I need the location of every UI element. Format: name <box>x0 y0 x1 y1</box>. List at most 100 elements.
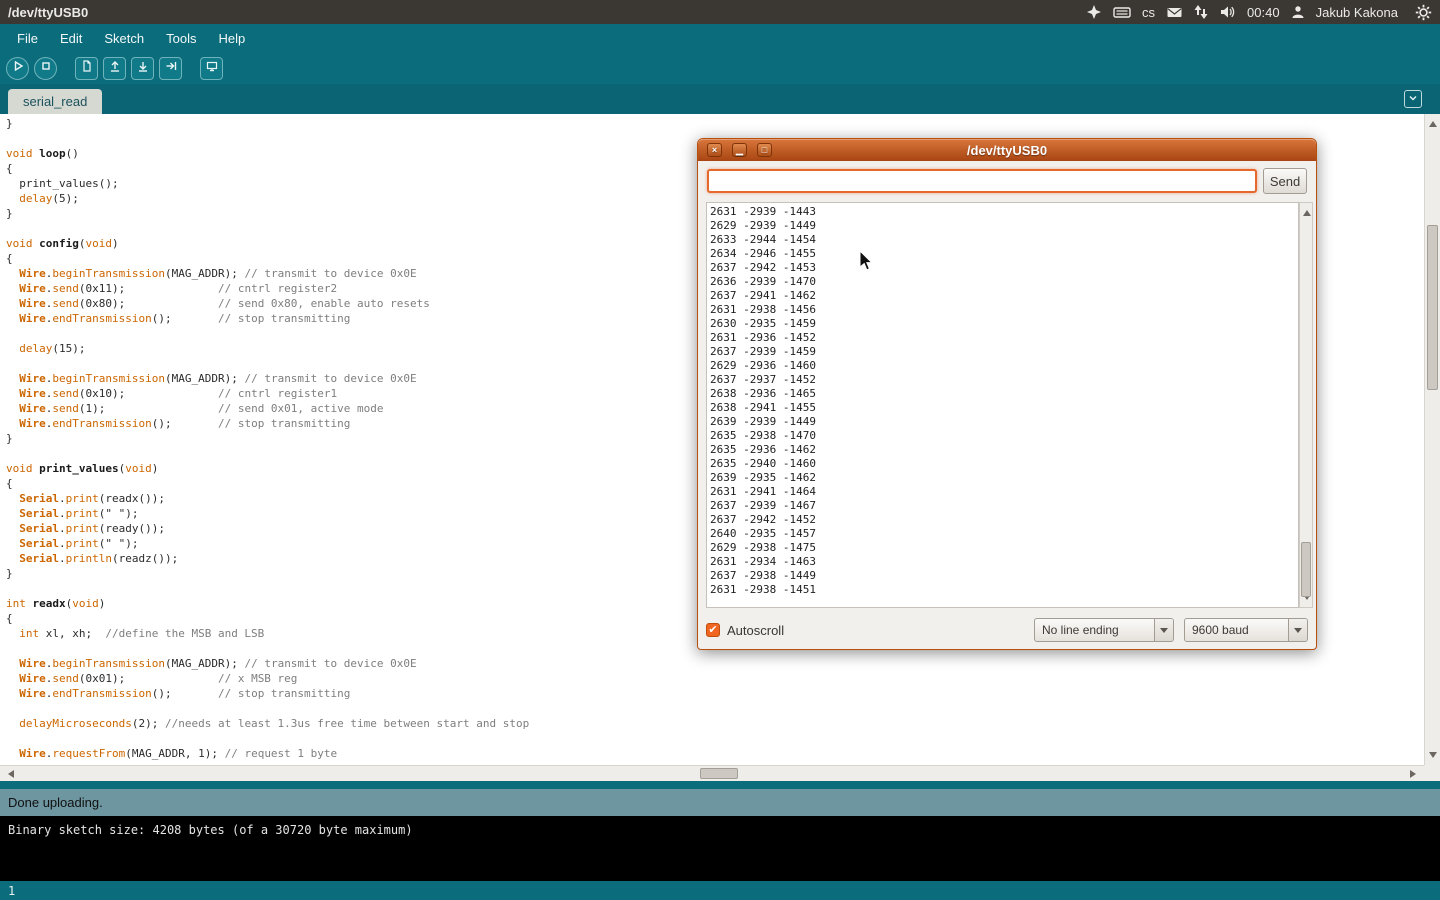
serial-scroll-thumb[interactable] <box>1301 542 1311 597</box>
serial-monitor-button[interactable] <box>200 57 223 80</box>
serial-window-title: /dev/ttyUSB0 <box>967 143 1047 158</box>
check-icon: ✔ <box>708 624 717 636</box>
editor-horizontal-scrollbar[interactable] <box>0 765 1424 781</box>
system-panel: /dev/ttyUSB0 cs 00:40 Jakub Kakona <box>0 0 1440 24</box>
close-icon: × <box>712 145 717 155</box>
code-line: Wire.requestFrom(MAG_ADDR, 1); // reques… <box>6 746 1424 761</box>
serial-line: 2636 -2939 -1470 <box>710 275 1298 289</box>
serial-line: 2637 -2942 -1452 <box>710 513 1298 527</box>
serial-line: 2630 -2935 -1459 <box>710 317 1298 331</box>
serial-output[interactable]: 2631 -2939 -14432629 -2939 -14492633 -29… <box>706 202 1299 608</box>
serial-line: 2637 -2939 -1467 <box>710 499 1298 513</box>
code-line <box>6 701 1424 716</box>
code-line: Wire.beginTransmission(MAG_ADDR); // tra… <box>6 656 1424 671</box>
maximize-button[interactable]: □ <box>757 143 772 157</box>
serial-line: 2635 -2938 -1470 <box>710 429 1298 443</box>
mail-icon[interactable] <box>1166 4 1183 20</box>
save-sketch-button[interactable] <box>131 57 154 80</box>
keyboard-layout-label[interactable]: cs <box>1142 5 1155 20</box>
window-controls: × ▁ □ <box>707 143 772 157</box>
serial-scrollbar[interactable] <box>1299 202 1313 608</box>
baud-rate-value: 9600 baud <box>1185 623 1256 637</box>
desktop: /dev/ttyUSB0 cs 00:40 Jakub Kakona <box>0 0 1440 900</box>
serial-line: 2635 -2940 -1460 <box>710 457 1298 471</box>
menubar: FileEditSketchToolsHelp <box>0 24 1440 52</box>
scroll-left-arrow-icon[interactable] <box>4 770 14 778</box>
serial-line: 2634 -2946 -1455 <box>710 247 1298 261</box>
serial-line: 2637 -2939 -1459 <box>710 345 1298 359</box>
scroll-up-arrow-icon[interactable] <box>1429 117 1437 127</box>
serial-line: 2629 -2938 -1475 <box>710 541 1298 555</box>
serial-monitor-icon <box>206 59 218 77</box>
stop-button[interactable] <box>34 57 57 80</box>
serial-controls: ✔ Autoscroll No line ending 9600 baud <box>698 612 1316 648</box>
serial-line: 2638 -2941 -1455 <box>710 401 1298 415</box>
username-label[interactable]: Jakub Kakona <box>1316 5 1398 20</box>
code-line: } <box>6 116 1424 131</box>
serial-line: 2637 -2937 -1452 <box>710 373 1298 387</box>
dropdown-arrow-icon[interactable] <box>1154 619 1173 641</box>
scroll-right-arrow-icon[interactable] <box>1410 770 1420 778</box>
open-sketch-button[interactable] <box>103 57 126 80</box>
user-icon[interactable] <box>1291 4 1305 20</box>
mouse-cursor <box>859 250 875 277</box>
code-line: Wire.endTransmission(); // stop transmit… <box>6 686 1424 701</box>
menu-item-tools[interactable]: Tools <box>155 26 207 51</box>
autoscroll-checkbox[interactable]: ✔ <box>706 623 720 637</box>
volume-icon[interactable] <box>1219 4 1236 20</box>
vscroll-thumb[interactable] <box>1427 225 1438 390</box>
send-button[interactable]: Send <box>1263 168 1307 194</box>
serial-window-titlebar[interactable]: × ▁ □ /dev/ttyUSB0 <box>698 139 1316 161</box>
serial-line: 2637 -2941 -1462 <box>710 289 1298 303</box>
build-console: Binary sketch size: 4208 bytes (of a 307… <box>0 816 1440 881</box>
serial-line: 2631 -2938 -1456 <box>710 303 1298 317</box>
indicator-icon[interactable] <box>1086 4 1102 20</box>
menu-item-edit[interactable]: Edit <box>49 26 93 51</box>
window-title: /dev/ttyUSB0 <box>8 5 88 20</box>
close-button[interactable]: × <box>707 143 722 157</box>
dropdown-arrow-icon[interactable] <box>1288 619 1307 641</box>
code-line <box>6 731 1424 746</box>
line-indicator: 1 <box>8 884 15 898</box>
autoscroll-label: Autoscroll <box>727 623 784 638</box>
minimize-button[interactable]: ▁ <box>732 143 747 157</box>
serial-line: 2629 -2936 -1460 <box>710 359 1298 373</box>
code-line: delayMicroseconds(2); //needs at least 1… <box>6 716 1424 731</box>
tab-serial-read[interactable]: serial_read <box>8 89 102 114</box>
serial-line: 2631 -2934 -1463 <box>710 555 1298 569</box>
arrow-right-icon <box>165 59 177 77</box>
tabbar: serial_read <box>0 84 1440 114</box>
console-line: Binary sketch size: 4208 bytes (of a 307… <box>8 823 413 837</box>
tab-menu-button[interactable] <box>1404 90 1422 108</box>
serial-line: 2631 -2936 -1452 <box>710 331 1298 345</box>
gear-icon[interactable] <box>1415 4 1432 21</box>
menu-item-help[interactable]: Help <box>207 26 256 51</box>
maximize-icon: □ <box>762 145 767 155</box>
keyboard-icon[interactable] <box>1113 4 1131 20</box>
arrow-up-icon <box>109 59 121 77</box>
document-icon <box>81 59 93 77</box>
serial-line: 2639 -2935 -1462 <box>710 471 1298 485</box>
serial-line: 2633 -2944 -1454 <box>710 233 1298 247</box>
editor-vertical-scrollbar[interactable] <box>1424 114 1440 765</box>
scrollbar-corner <box>1424 765 1440 781</box>
new-sketch-button[interactable] <box>75 57 98 80</box>
network-arrows-icon[interactable] <box>1194 4 1208 20</box>
baud-rate-dropdown[interactable]: 9600 baud <box>1184 618 1308 642</box>
serial-line: 2631 -2941 -1464 <box>710 485 1298 499</box>
hscroll-thumb[interactable] <box>700 768 738 779</box>
system-tray: cs 00:40 Jakub Kakona <box>1086 4 1432 21</box>
scroll-down-arrow-icon[interactable] <box>1429 752 1437 762</box>
menu-item-sketch[interactable]: Sketch <box>93 26 155 51</box>
chevron-down-icon <box>1408 90 1418 108</box>
line-ending-dropdown[interactable]: No line ending <box>1034 618 1174 642</box>
menu-item-file[interactable]: File <box>6 26 49 51</box>
arrow-down-icon <box>137 59 149 77</box>
serial-input[interactable] <box>707 169 1257 193</box>
upload-button[interactable] <box>159 57 182 80</box>
verify-button[interactable] <box>6 57 29 80</box>
serial-line: 2639 -2939 -1449 <box>710 415 1298 429</box>
serial-scroll-up-icon[interactable] <box>1303 206 1311 216</box>
clock[interactable]: 00:40 <box>1247 5 1280 20</box>
serial-line: 2638 -2936 -1465 <box>710 387 1298 401</box>
